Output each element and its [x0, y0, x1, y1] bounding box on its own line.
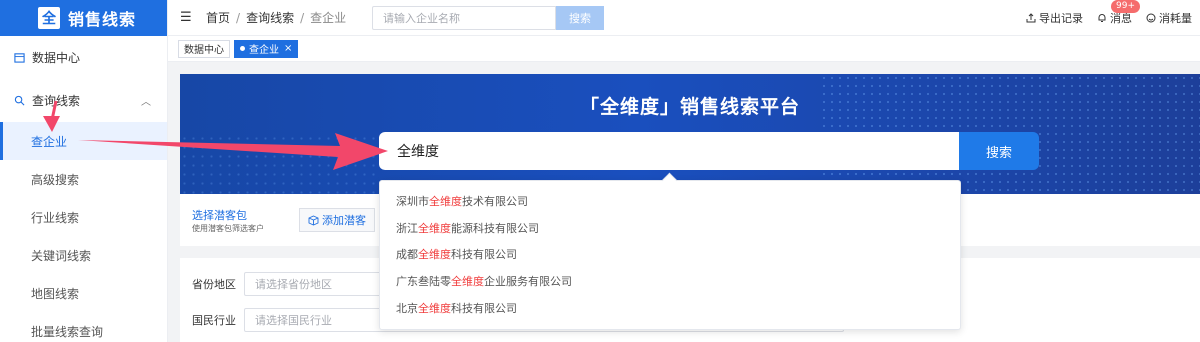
filter-label: 省份地区 — [192, 278, 236, 291]
suggestion-highlight: 全维度 — [418, 221, 451, 235]
breadcrumb-home[interactable]: 首页 — [206, 11, 230, 25]
sidebar-item-label: 数据中心 — [32, 50, 81, 65]
suggestion-suffix: 能源科技有限公司 — [451, 221, 539, 235]
tab-company[interactable]: 查企业 × — [234, 39, 299, 58]
suggestion-dropdown: 深圳市 全维度 技术有限公司 浙江 全维度 能源科技有限公司 成都 全维度 科技有限公司 广东叁陆… — [379, 180, 961, 330]
main-search-input[interactable] — [379, 132, 959, 170]
smile-icon — [1146, 13, 1156, 23]
sidebar: 全 销售线索 数据中心 查询线索 ︿ 查企业 高级搜索 行业线索 关键词线索 地… — [0, 0, 168, 342]
consumption-button[interactable]: 消耗量 — [1146, 10, 1192, 26]
export-icon — [1026, 13, 1036, 23]
sidebar-item-map[interactable]: 地图线索 — [0, 274, 167, 312]
top-search-button[interactable]: 搜索 — [556, 6, 604, 30]
sidebar-item-batch[interactable]: 批量线索查询 — [0, 312, 167, 342]
sidebar-group-query[interactable]: 查询线索 ︿ — [0, 78, 167, 122]
tab-data-center[interactable]: 数据中心 — [178, 39, 230, 58]
suggestion-highlight: 全维度 — [418, 301, 451, 315]
breadcrumb: 首页 / 查询线索 / 查企业 — [206, 11, 347, 25]
sidebar-item-keyword[interactable]: 关键词线索 — [0, 236, 167, 274]
chevron-up-icon: ︿ — [141, 96, 151, 108]
bell-icon — [1098, 14, 1106, 22]
topbar: ☰ 首页/查询线索/查企业 搜索 导出记录 消息 99+ 消耗量 — [168, 0, 1200, 36]
suggestion-prefix: 广东叁陆零 — [396, 275, 451, 289]
export-records-button[interactable]: 导出记录 — [1026, 10, 1083, 26]
packet-subtitle: 使用潜客包筛选客户 — [192, 224, 264, 233]
add-prospect-button[interactable]: 添加潜客 — [299, 208, 375, 232]
suggestion-highlight: 全维度 — [429, 195, 462, 209]
sidebar-item-advanced-search[interactable]: 高级搜索 — [0, 160, 167, 198]
logo[interactable]: 全 销售线索 — [0, 0, 167, 36]
main-search: 搜索 — [379, 132, 1039, 170]
suggestion-item[interactable]: 浙江 全维度 能源科技有限公司 — [380, 215, 960, 242]
suggestion-prefix: 深圳市 — [396, 195, 429, 209]
suggestion-item[interactable]: 北京 全维度 科技有限公司 — [380, 294, 960, 321]
calendar-icon — [14, 52, 25, 63]
select-packet-link[interactable]: 选择潜客包 — [192, 207, 247, 223]
messages-button[interactable]: 消息 99+ — [1097, 0, 1140, 26]
sidebar-item-data-center[interactable]: 数据中心 — [0, 36, 167, 78]
suggestion-item[interactable]: 深圳市 全维度 技术有限公司 — [380, 188, 960, 215]
sidebar-item-industry[interactable]: 行业线索 — [0, 198, 167, 236]
suggestion-suffix: 科技有限公司 — [451, 301, 517, 315]
sidebar-group-label: 查询线索 — [32, 93, 81, 108]
suggestion-suffix: 科技有限公司 — [451, 248, 517, 262]
suggestion-prefix: 北京 — [396, 301, 418, 315]
breadcrumb-current: 查企业 — [310, 11, 347, 25]
menu-toggle-icon[interactable]: ☰ — [180, 10, 194, 25]
sidebar-item-company[interactable]: 查企业 — [0, 122, 167, 160]
messages-badge: 99+ — [1111, 0, 1140, 13]
suggestion-prefix: 成都 — [396, 248, 418, 262]
suggestion-item[interactable]: 广东叁陆零 全维度 企业服务有限公司 — [380, 268, 960, 295]
top-search: 搜索 — [372, 6, 604, 30]
banner-title: 「全维度」销售线索平台 — [579, 96, 800, 118]
top-actions: 导出记录 消息 99+ 消耗量 — [1026, 0, 1192, 36]
active-dot-icon — [240, 46, 245, 51]
suggestion-suffix: 企业服务有限公司 — [484, 275, 572, 289]
cube-icon — [308, 215, 319, 225]
banner-dot-pattern-left — [180, 134, 380, 194]
logo-text: 销售线索 — [68, 10, 137, 29]
main-search-button[interactable]: 搜索 — [959, 132, 1039, 170]
close-icon[interactable]: × — [284, 43, 292, 54]
filter-label: 国民行业 — [192, 314, 236, 327]
search-list-icon — [14, 95, 25, 105]
suggestion-highlight: 全维度 — [418, 248, 451, 262]
tabs-bar: 数据中心 查企业 × — [168, 36, 1200, 62]
suggestion-item[interactable]: 成都 全维度 科技有限公司 — [380, 241, 960, 268]
suggestion-suffix: 技术有限公司 — [462, 195, 528, 209]
company-search-input[interactable] — [372, 6, 556, 30]
breadcrumb-query[interactable]: 查询线索 — [246, 11, 294, 25]
logo-mark-icon: 全 — [38, 7, 60, 29]
suggestion-highlight: 全维度 — [451, 275, 484, 289]
suggestion-prefix: 浙江 — [396, 221, 418, 235]
